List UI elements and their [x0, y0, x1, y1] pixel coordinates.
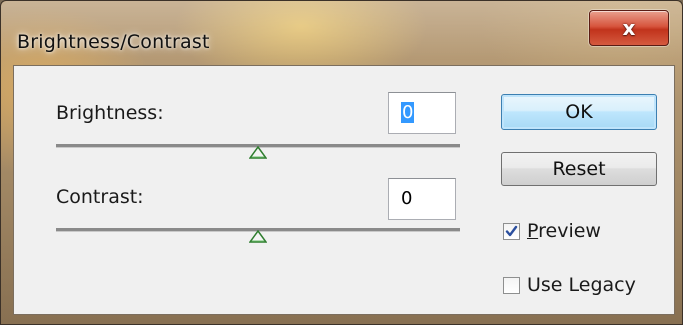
ok-button-label: OK	[565, 101, 593, 123]
preview-checkbox[interactable]	[503, 222, 520, 240]
use-legacy-label: Use Legacy	[527, 274, 636, 296]
use-legacy-checkbox[interactable]	[503, 276, 520, 294]
contrast-slider-thumb[interactable]	[249, 230, 267, 244]
checkmark-icon	[505, 225, 518, 236]
dialog-client-area: Brightness: 0 Contrast: 0 OK Reset Previ…	[13, 65, 675, 315]
close-button[interactable]: x	[589, 10, 669, 46]
use-legacy-option[interactable]: Use Legacy	[503, 274, 636, 296]
preview-option[interactable]: Preview	[503, 220, 601, 242]
ok-button[interactable]: OK	[501, 94, 657, 130]
preview-label: Preview	[527, 220, 601, 242]
contrast-value: 0	[401, 188, 413, 209]
contrast-input[interactable]: 0	[388, 178, 456, 220]
brightness-value: 0	[401, 102, 415, 123]
dialog-window-frame: Brightness/Contrast x Brightness: 0 Cont…	[0, 0, 683, 325]
brightness-slider-thumb[interactable]	[249, 146, 267, 160]
close-icon: x	[622, 16, 636, 40]
contrast-label: Contrast:	[56, 186, 144, 208]
dialog-title: Brightness/Contrast	[17, 31, 210, 53]
reset-button-label: Reset	[552, 158, 606, 180]
brightness-label: Brightness:	[56, 102, 164, 124]
reset-button[interactable]: Reset	[501, 152, 657, 186]
brightness-input[interactable]: 0	[388, 92, 456, 134]
